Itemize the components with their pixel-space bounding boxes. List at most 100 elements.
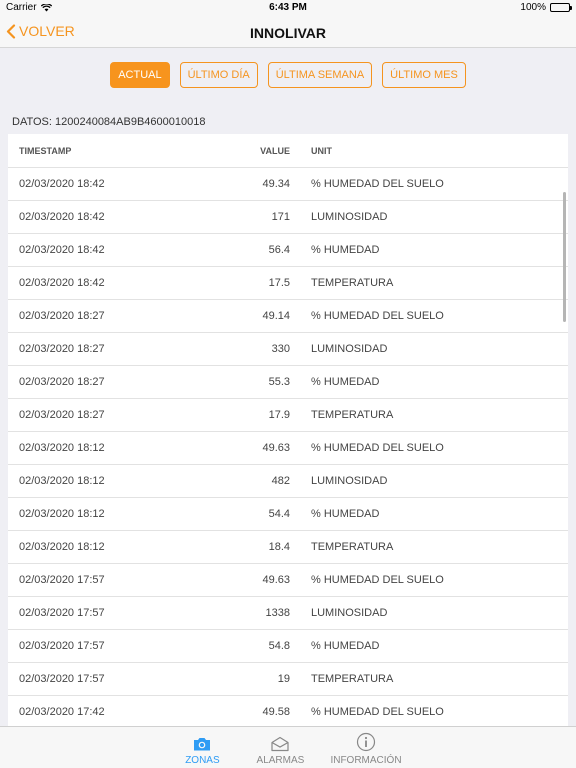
cell-value: 49.63 — [262, 442, 290, 454]
cell-value: 19 — [277, 673, 290, 685]
cell-unit: LUMINOSIDAD — [311, 211, 388, 223]
back-button-label: VOLVER — [19, 23, 75, 39]
cell-value: 18.4 — [268, 541, 290, 553]
cell-value: 55.3 — [268, 376, 290, 388]
cell-timestamp: 02/03/2020 17:57 — [19, 640, 105, 652]
cell-unit: % HUMEDAD DEL SUELO — [311, 178, 444, 190]
table-row[interactable]: 02/03/2020 17:57 19 TEMPERATURA — [8, 663, 568, 696]
table-row[interactable]: 02/03/2020 18:42 171 LUMINOSIDAD — [8, 201, 568, 234]
cell-timestamp: 02/03/2020 18:42 — [19, 244, 105, 256]
cell-unit: % HUMEDAD DEL SUELO — [311, 706, 444, 718]
cell-timestamp: 02/03/2020 18:42 — [19, 211, 105, 223]
cell-unit: % HUMEDAD — [311, 376, 380, 388]
cell-unit: LUMINOSIDAD — [311, 607, 388, 619]
cell-timestamp: 02/03/2020 17:57 — [19, 574, 105, 586]
tab-alarmas-label: ALARMAS — [256, 755, 305, 766]
tab-bar: ZONAS ALARMAS INFORMACIÓN — [0, 726, 576, 768]
cell-value: 171 — [271, 211, 290, 223]
cell-value: 49.58 — [262, 706, 290, 718]
device-data-id: DATOS: 1200240084AB9B4600010018 — [12, 116, 206, 128]
cell-unit: % HUMEDAD DEL SUELO — [311, 574, 444, 586]
cell-timestamp: 02/03/2020 18:12 — [19, 475, 105, 487]
table-row[interactable]: 02/03/2020 18:42 17.5 TEMPERATURA — [8, 267, 568, 300]
cell-timestamp: 02/03/2020 17:57 — [19, 607, 105, 619]
filter-last-week-button[interactable]: ÚLTIMA SEMANA — [267, 62, 373, 88]
status-bar: Carrier 6:43 PM 100% — [0, 0, 576, 16]
cell-timestamp: 02/03/2020 18:42 — [19, 277, 105, 289]
readings-table[interactable]: TIMESTAMP VALUE UNIT 02/03/2020 18:42 49.… — [8, 134, 568, 726]
navigation-bar: VOLVER INNOLIVAR — [0, 16, 576, 48]
cell-unit: % HUMEDAD DEL SUELO — [311, 442, 444, 454]
cell-value: 56.4 — [268, 244, 290, 256]
table-row[interactable]: 02/03/2020 18:27 49.14 % HUMEDAD DEL SUELO — [8, 300, 568, 333]
cell-unit: TEMPERATURA — [311, 277, 394, 289]
back-button[interactable]: VOLVER — [6, 23, 75, 39]
table-row[interactable]: 02/03/2020 18:12 18.4 TEMPERATURA — [8, 531, 568, 564]
table-row[interactable]: 02/03/2020 18:27 55.3 % HUMEDAD — [8, 366, 568, 399]
cell-value: 54.8 — [268, 640, 290, 652]
tab-informacion-label: INFORMACIÓN — [330, 755, 402, 766]
filter-last-month-button[interactable]: ÚLTIMO MES — [382, 62, 466, 88]
cell-value: 17.5 — [268, 277, 290, 289]
info-icon — [356, 732, 376, 752]
cell-value: 330 — [271, 343, 290, 355]
battery-status: 100% — [520, 2, 572, 13]
cell-value: 49.34 — [262, 178, 290, 190]
chevron-left-icon — [6, 23, 16, 39]
table-row[interactable]: 02/03/2020 18:42 49.34 % HUMEDAD DEL SUELO — [8, 168, 568, 201]
cell-value: 49.63 — [262, 574, 290, 586]
table-row[interactable]: 02/03/2020 17:42 49.58 % HUMEDAD DEL SUELO — [8, 696, 568, 726]
cell-value: 54.4 — [268, 508, 290, 520]
table-body: 02/03/2020 18:42 49.34 % HUMEDAD DEL SUELO… — [8, 168, 568, 726]
envelope-icon — [271, 736, 290, 752]
table-row[interactable]: 02/03/2020 18:42 56.4 % HUMEDAD — [8, 234, 568, 267]
cell-unit: % HUMEDAD DEL SUELO — [311, 310, 444, 322]
cell-timestamp: 02/03/2020 18:27 — [19, 310, 105, 322]
cell-unit: TEMPERATURA — [311, 541, 394, 553]
cell-timestamp: 02/03/2020 18:12 — [19, 442, 105, 454]
table-row[interactable]: 02/03/2020 17:57 54.8 % HUMEDAD — [8, 630, 568, 663]
table-row[interactable]: 02/03/2020 18:12 482 LUMINOSIDAD — [8, 465, 568, 498]
cell-timestamp: 02/03/2020 17:57 — [19, 673, 105, 685]
column-header-unit: UNIT — [311, 145, 332, 156]
table-row[interactable]: 02/03/2020 18:12 54.4 % HUMEDAD — [8, 498, 568, 531]
cell-value: 49.14 — [262, 310, 290, 322]
table-row[interactable]: 02/03/2020 18:27 330 LUMINOSIDAD — [8, 333, 568, 366]
table-row[interactable]: 02/03/2020 17:57 1338 LUMINOSIDAD — [8, 597, 568, 630]
cell-unit: % HUMEDAD — [311, 640, 380, 652]
table-row[interactable]: 02/03/2020 17:57 49.63 % HUMEDAD DEL SUELO — [8, 564, 568, 597]
tab-zonas[interactable]: ZONAS — [174, 727, 230, 768]
cell-timestamp: 02/03/2020 18:27 — [19, 376, 105, 388]
cell-timestamp: 02/03/2020 18:12 — [19, 541, 105, 553]
filter-actual-button[interactable]: ACTUAL — [110, 62, 170, 88]
cell-timestamp: 02/03/2020 18:27 — [19, 409, 105, 421]
table-row[interactable]: 02/03/2020 18:12 49.63 % HUMEDAD DEL SUELO — [8, 432, 568, 465]
cell-unit: TEMPERATURA — [311, 673, 394, 685]
cell-timestamp: 02/03/2020 18:27 — [19, 343, 105, 355]
cell-unit: TEMPERATURA — [311, 409, 394, 421]
scrollbar[interactable] — [563, 192, 566, 322]
tab-informacion[interactable]: INFORMACIÓN — [330, 727, 402, 768]
cell-unit: % HUMEDAD — [311, 508, 380, 520]
cell-unit: LUMINOSIDAD — [311, 343, 388, 355]
cell-value: 17.9 — [268, 409, 290, 421]
cell-unit: % HUMEDAD — [311, 244, 380, 256]
table-row[interactable]: 02/03/2020 18:27 17.9 TEMPERATURA — [8, 399, 568, 432]
cell-timestamp: 02/03/2020 18:42 — [19, 178, 105, 190]
tab-alarmas[interactable]: ALARMAS — [252, 727, 308, 768]
battery-percent: 100% — [520, 2, 546, 13]
column-header-timestamp: TIMESTAMP — [19, 145, 72, 156]
cell-value: 1338 — [265, 607, 290, 619]
cell-timestamp: 02/03/2020 18:12 — [19, 508, 105, 520]
clock: 6:43 PM — [269, 2, 307, 13]
camera-icon — [194, 738, 211, 751]
battery-icon — [550, 3, 572, 12]
column-header-value: VALUE — [260, 145, 290, 156]
time-filter-group: ACTUAL ÚLTIMO DÍA ÚLTIMA SEMANA ÚLTIMO M… — [0, 62, 576, 88]
table-header: TIMESTAMP VALUE UNIT — [8, 134, 568, 168]
filter-last-day-button[interactable]: ÚLTIMO DÍA — [179, 62, 258, 88]
cell-timestamp: 02/03/2020 17:42 — [19, 706, 105, 718]
tab-zonas-label: ZONAS — [185, 755, 220, 766]
cell-value: 482 — [271, 475, 290, 487]
cell-unit: LUMINOSIDAD — [311, 475, 388, 487]
